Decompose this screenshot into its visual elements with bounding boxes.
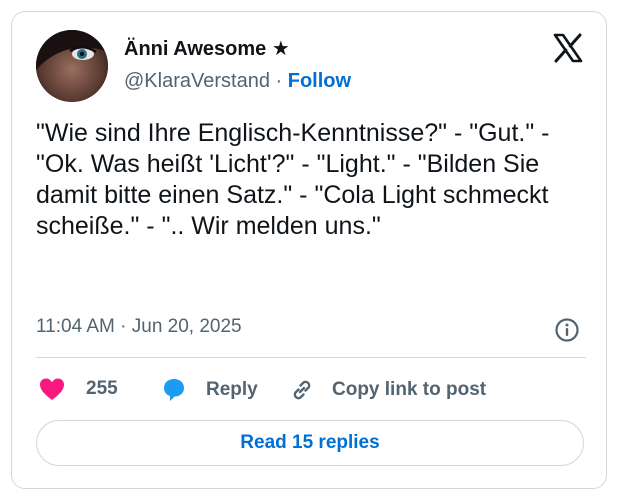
info-icon[interactable] (554, 317, 580, 343)
author-handle[interactable]: @KlaraVerstand (124, 70, 270, 92)
like-count: 255 (86, 378, 118, 399)
link-icon (293, 380, 311, 400)
copy-link-button[interactable]: Copy link to post (288, 376, 486, 404)
handle-row: @KlaraVerstand · Follow (124, 70, 351, 93)
tweet-timestamp[interactable]: 11:04 AM · Jun 20, 2025 (36, 316, 242, 338)
avatar-image (36, 30, 108, 102)
heart-icon (40, 378, 64, 400)
follow-button[interactable]: Follow (288, 70, 351, 92)
x-logo-icon[interactable] (552, 32, 584, 64)
author-name[interactable]: Änni Awesome ★ (124, 36, 290, 61)
separator-dot: · (275, 70, 283, 92)
reply-button[interactable]: Reply (160, 376, 258, 404)
read-replies-label: Read 15 replies (240, 432, 380, 453)
divider (36, 357, 586, 358)
tweet-card: Änni Awesome ★ @KlaraVerstand · Follow "… (11, 11, 607, 489)
star-badge-icon: ★ (271, 38, 290, 60)
avatar[interactable] (36, 30, 108, 102)
display-name: Änni Awesome (124, 38, 267, 60)
reply-label: Reply (206, 379, 258, 400)
read-replies-button[interactable]: Read 15 replies (36, 420, 584, 466)
reply-bubble-icon (164, 379, 184, 401)
like-button[interactable]: 255 (38, 376, 118, 402)
tweet-text: "Wie sind Ihre Englisch-Kenntnisse?" - "… (36, 119, 550, 240)
copy-link-label: Copy link to post (332, 379, 487, 400)
